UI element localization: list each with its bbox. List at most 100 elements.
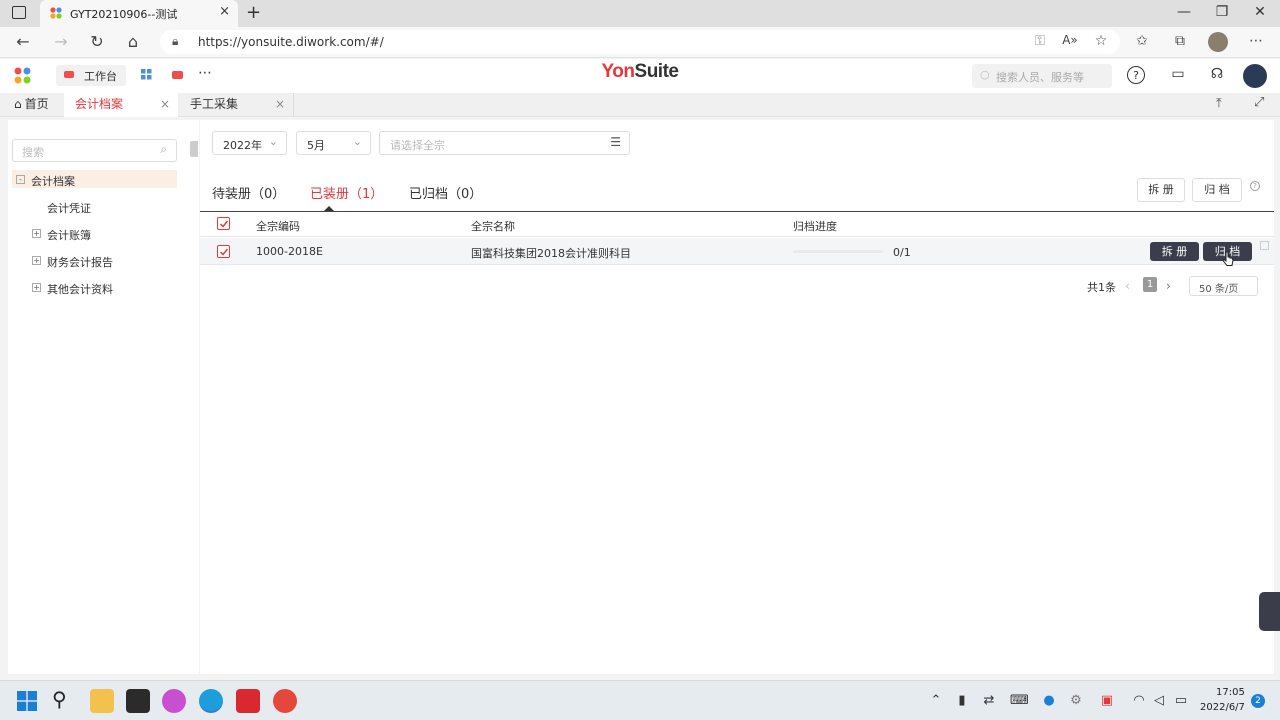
close-icon[interactable]: × xyxy=(275,93,285,115)
search-icon[interactable]: ⚲ xyxy=(52,687,67,711)
notification-badge[interactable]: 2 xyxy=(1251,694,1265,708)
battery-icon[interactable]: ▭ xyxy=(1172,693,1190,708)
app-tab-bar: ⌂ 首页 会计档案 × 手工采集 × ⤒ ⤢ xyxy=(0,93,1280,117)
tray-switch-icon[interactable]: ⇄ xyxy=(980,693,998,708)
page-1-button[interactable]: 1 xyxy=(1143,277,1157,292)
minimize-icon[interactable]: — xyxy=(1174,4,1194,20)
microphone-icon[interactable]: ● xyxy=(1040,693,1058,708)
volume-icon[interactable]: ◁ xyxy=(1150,693,1168,708)
fullscreen-icon[interactable]: ⤢ xyxy=(1254,95,1264,110)
tree-item-accounting-voucher[interactable]: 会计凭证 xyxy=(12,197,177,215)
edge-browser-icon[interactable] xyxy=(199,689,223,713)
new-tab-icon[interactable]: + xyxy=(246,2,261,23)
row-unbind-button[interactable]: 拆 册 xyxy=(1150,242,1199,261)
search-icon[interactable]: ⌕ xyxy=(160,142,167,157)
row-name: 国富科技集团2018会计准则科目 xyxy=(471,247,631,260)
archive-button[interactable]: 归 档 xyxy=(1192,178,1242,202)
lock-icon[interactable]: 🔒︎ xyxy=(172,34,178,49)
collapse-toggle-icon[interactable]: - xyxy=(16,175,25,184)
column-header-progress: 归档进度 xyxy=(793,220,837,233)
forward-icon[interactable]: → xyxy=(50,32,72,51)
show-hidden-icons-icon[interactable]: ⌃ xyxy=(927,693,945,708)
tab-manual-collection[interactable]: 手工采集 × xyxy=(178,93,294,117)
tab-accounting-archive[interactable]: 会计档案 × xyxy=(64,93,178,117)
tab-actions-icon[interactable] xyxy=(12,6,26,19)
profile-avatar[interactable] xyxy=(1208,32,1228,52)
archive-progress-bar xyxy=(793,250,883,253)
expand-toggle-icon[interactable]: + xyxy=(32,229,41,238)
tree-item-label: 会计账簿 xyxy=(47,229,91,242)
tree-search-input[interactable]: 搜索 ⌕ xyxy=(12,139,177,162)
tab-home[interactable]: ⌂ 首页 xyxy=(14,93,64,117)
column-header-name: 全宗名称 xyxy=(471,220,515,233)
tree-item-financial-reports[interactable]: + 财务会计报告 xyxy=(12,251,177,269)
back-icon[interactable]: ← xyxy=(12,32,34,51)
reload-icon[interactable]: ↻ xyxy=(86,32,108,51)
restore-icon[interactable]: ❐ xyxy=(1212,4,1232,20)
keyboard-icon[interactable]: ⌨ xyxy=(1010,693,1029,708)
global-search-input[interactable]: ○ 搜索人员、服务等 xyxy=(972,64,1112,88)
year-value: 2022年 xyxy=(223,139,262,152)
list-icon[interactable]: ☰ xyxy=(610,135,621,149)
upload-icon[interactable]: ⤒ xyxy=(1216,96,1222,111)
fonds-select[interactable]: 请选择全宗 ☰ xyxy=(379,131,630,155)
row-expand-icon[interactable] xyxy=(1260,241,1269,250)
windows-taskbar: ⚲ ⌃ ▮ ⇄ ⌨ ● ⚙ ▣ ◠ ◁ ▭ 17:05 2022/6/7 2 xyxy=(0,680,1280,720)
unbind-button[interactable]: 拆 册 xyxy=(1137,178,1185,202)
next-page-icon[interactable]: › xyxy=(1166,279,1171,293)
user-avatar[interactable] xyxy=(1243,64,1267,88)
close-icon[interactable]: × xyxy=(160,93,170,115)
tab-archived[interactable]: 已归档（0） xyxy=(409,183,482,202)
collections-icon[interactable]: ⧉ xyxy=(1170,33,1190,49)
collapse-panel-icon[interactable] xyxy=(190,141,198,157)
customer-service-icon[interactable]: ☊ xyxy=(1207,66,1227,86)
home-icon[interactable]: ⌂ xyxy=(122,32,144,51)
tab-accounting-archive-label: 会计档案 xyxy=(75,97,124,111)
prev-page-icon[interactable]: ‹ xyxy=(1125,279,1130,293)
page-size-value: 50 条/页 xyxy=(1199,284,1239,295)
wifi-icon[interactable]: ◠ xyxy=(1130,693,1148,708)
settings-icon[interactable]: ⚙ xyxy=(1067,693,1085,708)
message-icon[interactable]: ▭ xyxy=(1168,66,1188,86)
favorites-icon[interactable]: ✩ xyxy=(1132,33,1152,49)
table-row[interactable]: 1000-2018E 国富科技集团2018会计准则科目 0/1 拆 册 归 档 xyxy=(200,238,1274,266)
expand-toggle-icon[interactable]: + xyxy=(32,283,41,292)
fonds-placeholder: 请选择全宗 xyxy=(390,139,445,152)
month-select[interactable]: 5月 ⌄ xyxy=(296,131,371,155)
mouse-cursor-icon xyxy=(1222,251,1234,266)
add-favorite-icon[interactable]: ☆ xyxy=(1091,33,1111,49)
row-checkbox[interactable] xyxy=(217,245,230,258)
windows-start-icon[interactable] xyxy=(17,691,37,714)
pagination-total: 共1条 xyxy=(1087,281,1116,294)
expand-toggle-icon[interactable]: + xyxy=(32,256,41,265)
help-icon[interactable]: ? xyxy=(1250,181,1260,191)
window-close-icon[interactable]: ✕ xyxy=(1250,4,1270,20)
page-size-select[interactable]: 50 条/页 xyxy=(1189,276,1258,296)
read-aloud-icon[interactable]: A» xyxy=(1060,33,1080,47)
browser-tab-active[interactable]: GYT20210906--测试 × xyxy=(40,0,238,27)
year-select[interactable]: 2022年 ⌄ xyxy=(212,131,287,155)
photos-app-icon[interactable] xyxy=(162,689,186,713)
file-explorer-icon[interactable] xyxy=(90,689,114,713)
help-icon[interactable]: ? xyxy=(1127,66,1145,84)
tree-item-accounting-archive[interactable]: - 会计档案 xyxy=(12,170,177,188)
sticky-notes-icon[interactable] xyxy=(126,689,150,713)
clock-date[interactable]: 2022/6/7 xyxy=(1200,702,1245,713)
recording-app-icon[interactable] xyxy=(273,689,297,713)
select-all-checkbox[interactable] xyxy=(217,217,230,230)
tray-app-red-icon[interactable]: ▣ xyxy=(1098,693,1116,708)
more-icon[interactable]: ⋯ xyxy=(1246,33,1266,49)
column-header-code: 全宗编码 xyxy=(256,220,300,233)
tree-item-other-materials[interactable]: + 其他会计资料 xyxy=(12,278,177,296)
close-icon[interactable]: × xyxy=(219,4,230,19)
tab-bound[interactable]: 已装册（1） xyxy=(310,183,383,202)
video-app-icon[interactable] xyxy=(236,689,260,713)
tray-app-icon[interactable]: ▮ xyxy=(953,693,971,708)
tab-pending-binding[interactable]: 待装册（0） xyxy=(212,183,285,202)
address-bar-row: ← → ↻ ⌂ 🔒︎ https://yonsuite.diwork.com/#… xyxy=(0,27,1280,58)
clock-time[interactable]: 17:05 xyxy=(1216,687,1245,698)
key-icon[interactable]: ⚿ xyxy=(1030,33,1050,49)
tree-item-accounting-books[interactable]: + 会计账簿 xyxy=(12,224,177,242)
floating-side-handle[interactable] xyxy=(1259,592,1280,631)
url-field[interactable]: 🔒︎ https://yonsuite.diwork.com/#/ xyxy=(160,30,1120,54)
